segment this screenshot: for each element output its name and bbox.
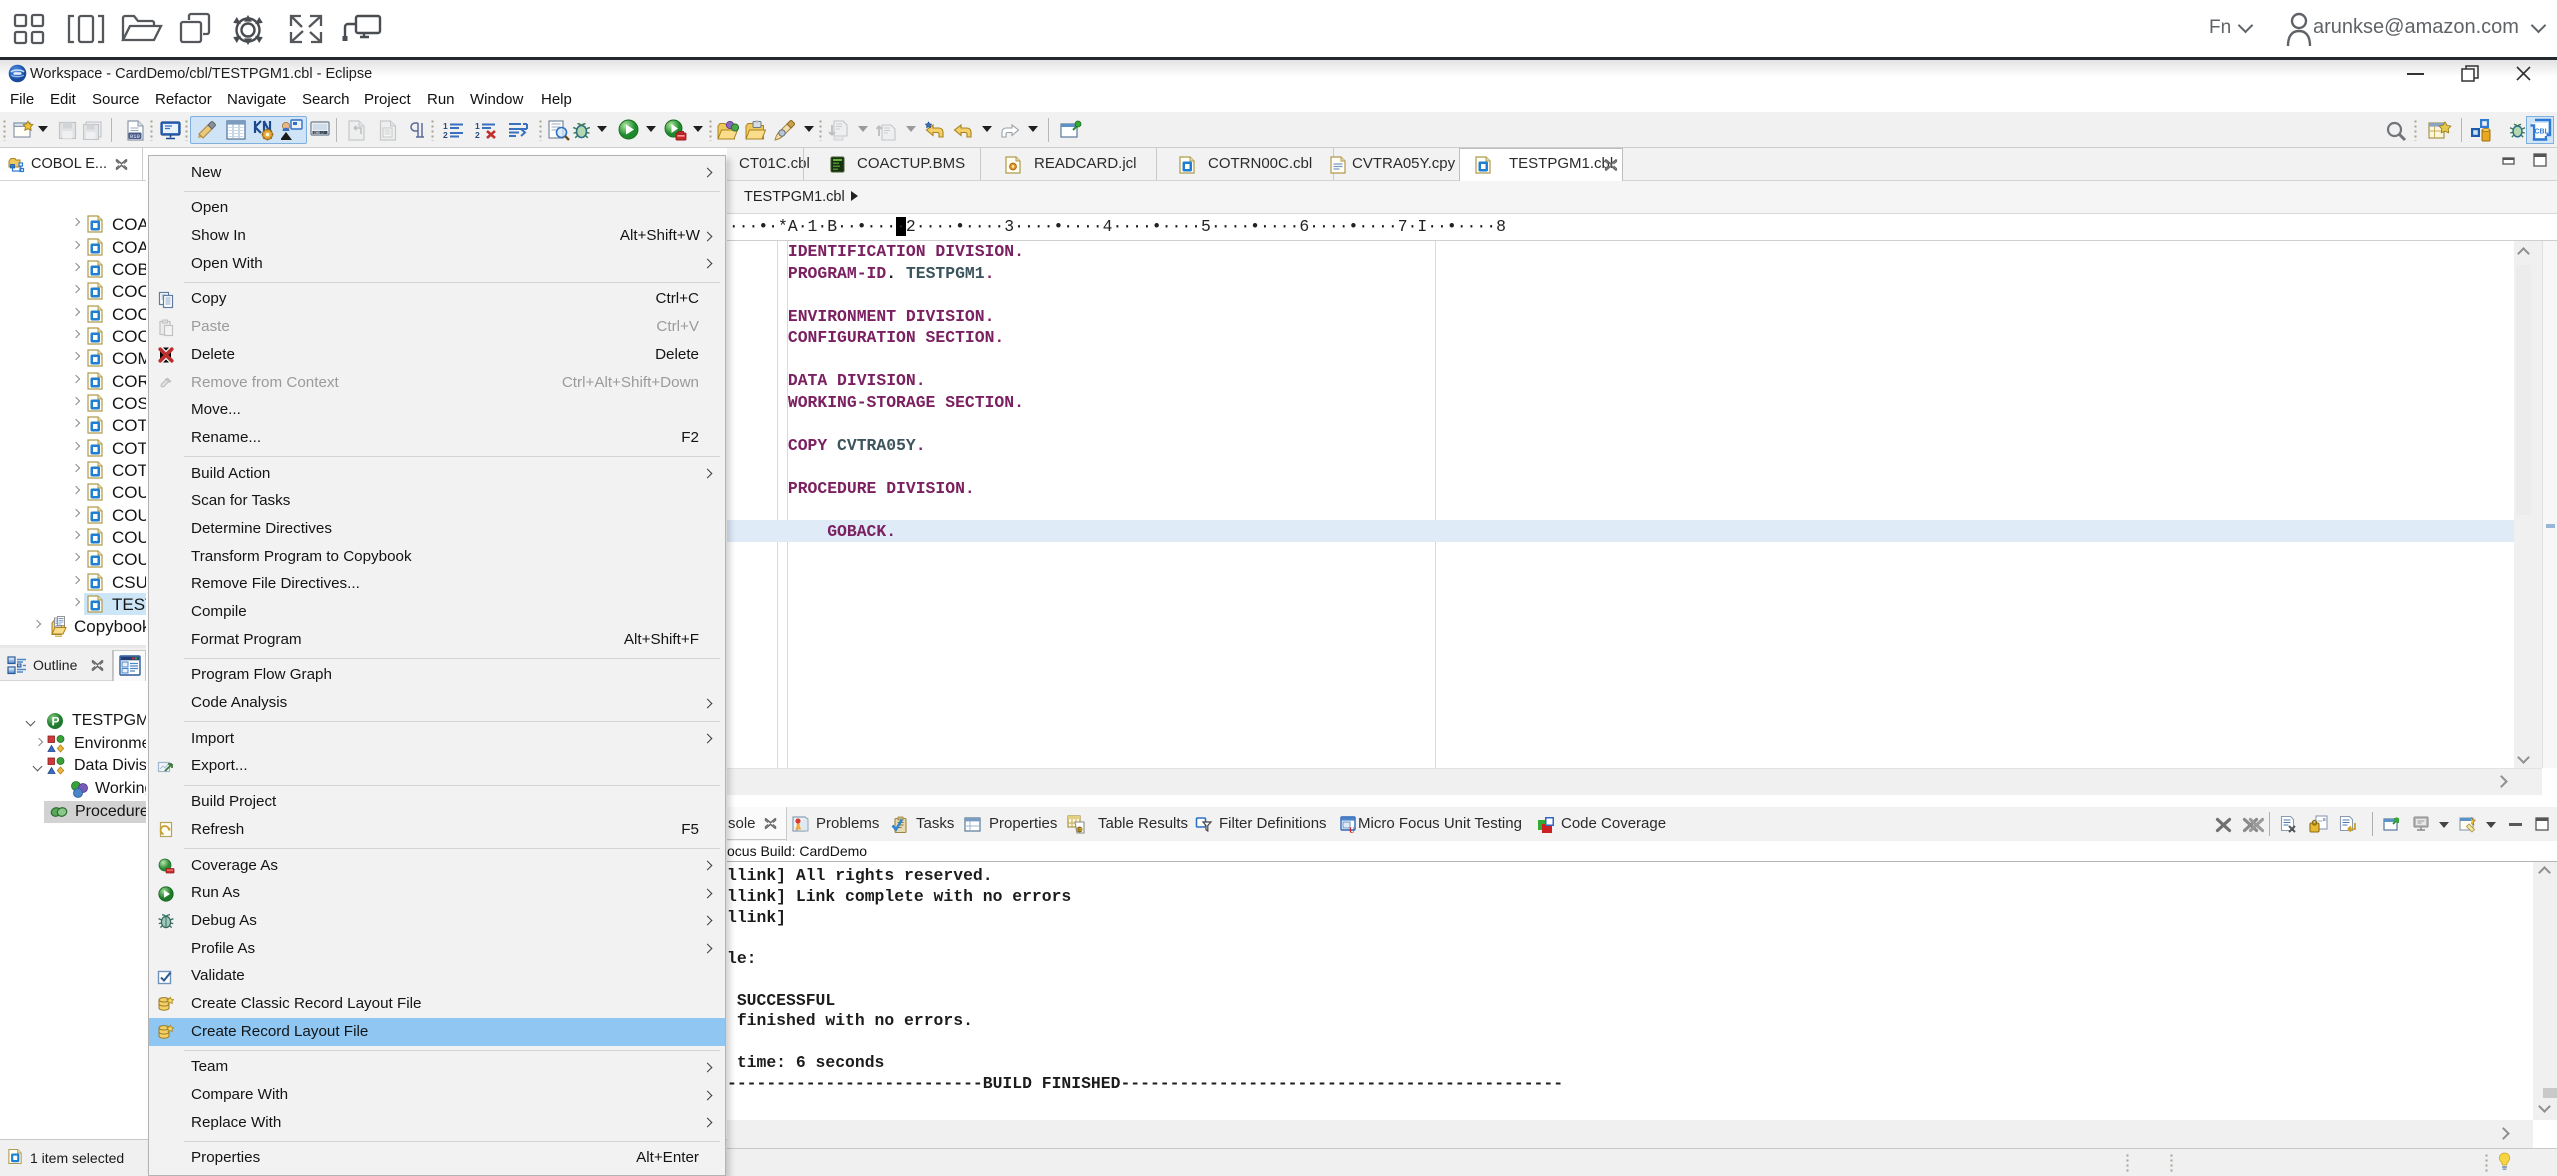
svg-text:010: 010: [130, 133, 141, 140]
svg-text:P: P: [52, 715, 60, 729]
svg-text:CMD:/: CMD:/: [314, 131, 324, 136]
svg-text:CBL: CBL: [2535, 129, 2550, 136]
svg-text:E: E: [1078, 827, 1082, 833]
svg-text:U: U: [1349, 826, 1355, 834]
svg-text:2: 2: [443, 130, 448, 139]
svg-text:2: 2: [475, 130, 480, 139]
